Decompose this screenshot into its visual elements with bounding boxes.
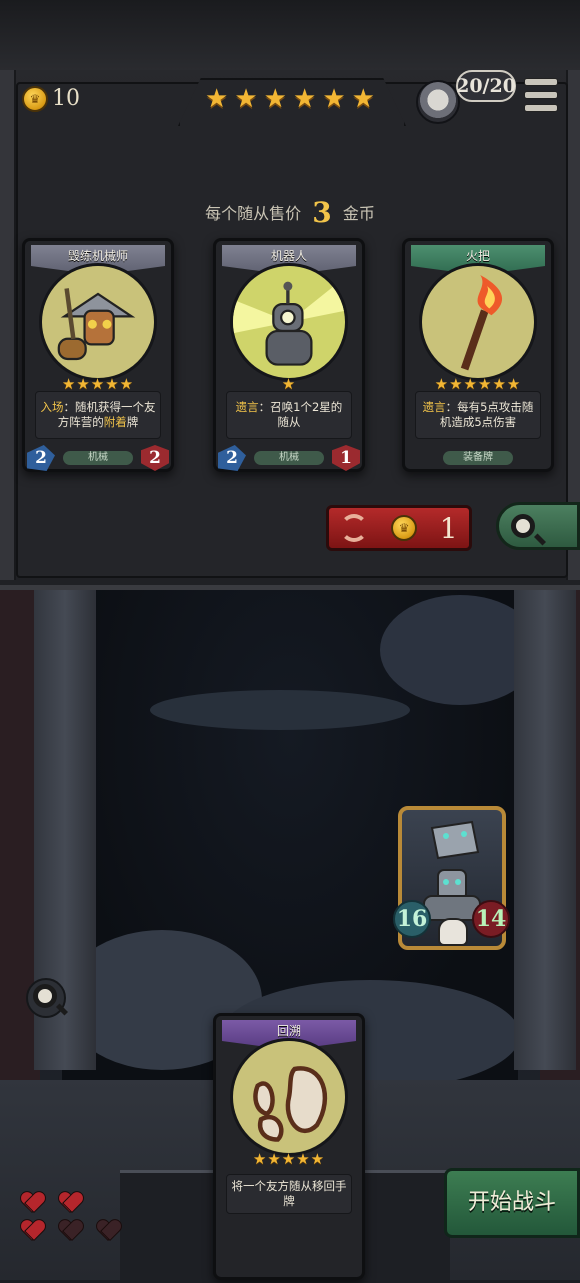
card-description: 入场：随机获得一个友方阵营的附着牌 bbox=[35, 391, 161, 439]
card-health: 2 bbox=[141, 445, 169, 471]
card-tribe: 机械 bbox=[254, 451, 324, 465]
gold-coin-icon: ♛ bbox=[22, 86, 48, 112]
heart-icon bbox=[58, 1192, 82, 1214]
gold-coin-icon: ♛ bbox=[391, 515, 418, 541]
heart-icon bbox=[58, 1220, 82, 1242]
shop-search-button[interactable] bbox=[496, 502, 580, 550]
keyword-deathrattle: 遗言 bbox=[422, 400, 446, 414]
card-art-recall bbox=[230, 1038, 348, 1156]
skull-icon bbox=[438, 918, 468, 946]
card-description: 遗言：召唤1个2星的随从 bbox=[226, 391, 352, 439]
keyword-battlecry: 入场 bbox=[40, 400, 64, 414]
star-icon: ★ bbox=[292, 84, 317, 114]
card-health: 1 bbox=[332, 445, 360, 471]
player-health: 20/20 bbox=[456, 70, 516, 102]
desc-part-a: ：召唤1个2星的随从 bbox=[258, 400, 343, 429]
price-value: 3 bbox=[312, 196, 332, 229]
card-description: 遗言：每有5点攻击随机造成5点伤害 bbox=[415, 391, 541, 439]
shop-frame-left bbox=[0, 70, 16, 580]
heart-icon bbox=[20, 1220, 44, 1242]
star-icon: ★ bbox=[205, 84, 229, 114]
gold-count: 10 bbox=[52, 86, 80, 111]
refresh-shop-button[interactable]: ♛ 1 bbox=[326, 505, 472, 551]
cloud bbox=[150, 690, 410, 730]
enemy-health: 14 bbox=[472, 900, 510, 938]
search-icon bbox=[511, 514, 535, 538]
heart-icon bbox=[96, 1220, 120, 1242]
hand-card-recall[interactable]: 回溯 ★★★★★ 将一个友方随从移回手牌 bbox=[213, 1013, 365, 1280]
card-attack: 2 bbox=[27, 445, 55, 471]
refresh-icon bbox=[340, 514, 369, 542]
card-tribe: 装备牌 bbox=[443, 451, 513, 465]
card-art-mechanic bbox=[39, 263, 157, 381]
start-battle-button[interactable]: 开始战斗 bbox=[444, 1168, 580, 1238]
card-art-torch bbox=[419, 263, 537, 381]
shop-card-mechanic[interactable]: 毁练机械师 ★★★★★ 入场：随机获得一个友方阵营的附着牌 2 机械 2 bbox=[22, 238, 174, 472]
battle-search-button[interactable] bbox=[26, 978, 66, 1018]
price-prefix: 每个随从售价 bbox=[205, 204, 302, 223]
star-icon: ★ bbox=[322, 84, 346, 114]
price-line: 每个随从售价 3 金币 bbox=[0, 196, 580, 229]
enemy-attack: 16 bbox=[393, 900, 431, 938]
right-pillar bbox=[514, 590, 576, 1070]
refresh-cost: 1 bbox=[439, 511, 458, 545]
star-icon: ★ bbox=[351, 84, 375, 114]
shop-card-torch[interactable]: 火把 ★★★★★★ 遗言：每有5点攻击随机造成5点伤害 装备牌 bbox=[402, 238, 554, 472]
card-art-robot bbox=[230, 263, 348, 381]
star-icon: ★ bbox=[263, 84, 287, 114]
tavern-tier-stars: ★ ★ ★ ★ ★ ★ bbox=[205, 84, 375, 114]
menu-icon[interactable] bbox=[524, 78, 558, 112]
player-avatar[interactable] bbox=[416, 80, 460, 124]
card-tribe: 机械 bbox=[63, 451, 133, 465]
keyword-attach: 附着 bbox=[103, 415, 127, 429]
star-icon: ★ bbox=[234, 84, 258, 114]
keyword-deathrattle: 遗言 bbox=[235, 400, 259, 414]
card-attack: 2 bbox=[218, 445, 246, 471]
search-icon bbox=[33, 984, 57, 1008]
card-stars: ★★★★★ bbox=[252, 1150, 326, 1168]
shop-card-robot[interactable]: 机器人 ★ 遗言：召唤1个2星的随从 2 机械 1 bbox=[213, 238, 365, 472]
desc-part-a: ：每有5点攻击随机造成5点伤害 bbox=[439, 400, 534, 429]
heart-icon bbox=[20, 1192, 44, 1214]
price-suffix: 金币 bbox=[342, 204, 375, 223]
card-description: 将一个友方随从移回手牌 bbox=[226, 1174, 352, 1214]
desc-part-b: 牌 bbox=[126, 415, 139, 429]
shop-frame-top bbox=[0, 0, 580, 70]
